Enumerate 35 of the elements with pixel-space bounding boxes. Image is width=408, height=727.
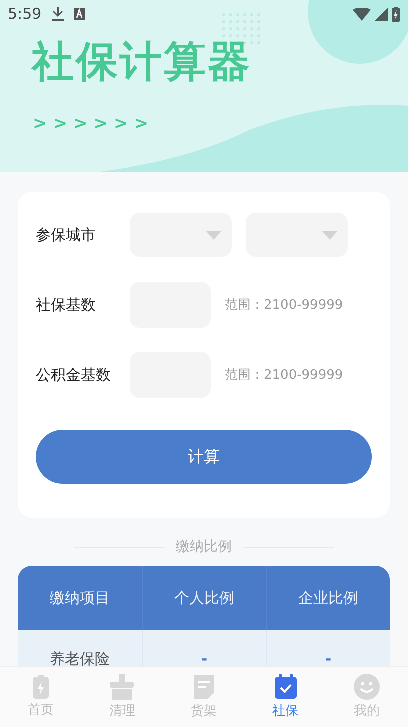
nav-tab[interactable]: 货架: [163, 667, 245, 727]
province-dropdown[interactable]: [130, 213, 232, 257]
signal-icon: [375, 8, 388, 20]
dropdown-caret-icon: [322, 230, 338, 240]
battery-icon: [30, 675, 51, 699]
app-title: 社保计算器: [32, 36, 252, 88]
section-title: 缴纳比例: [176, 538, 232, 556]
column-header: 企业比例: [298, 588, 358, 608]
field-label: 参保城市: [36, 226, 97, 244]
nav-tab[interactable]: 我的: [326, 667, 408, 727]
column-header: 缴纳项目: [50, 588, 110, 608]
nav-tab[interactable]: 首页: [0, 667, 82, 727]
calculate-button[interactable]: 计算: [36, 430, 372, 484]
table-cell: 养老保险: [50, 650, 110, 669]
calendar-icon: [274, 674, 298, 700]
nav-tab[interactable]: 清理: [82, 667, 164, 727]
wifi-icon: [353, 8, 371, 20]
city-dropdown[interactable]: [246, 213, 348, 257]
column-header: 个人比例: [174, 588, 234, 608]
keyboard-notification-icon: [74, 8, 85, 20]
document-icon: [192, 674, 215, 700]
status-time: 5:59: [8, 5, 42, 23]
dropdown-caret-icon: [206, 230, 222, 240]
nav-tab[interactable]: 社保: [244, 667, 326, 727]
range-hint: 范围：2100-99999: [225, 297, 344, 314]
download-icon: [52, 7, 64, 21]
brush-icon: [109, 674, 136, 700]
field-label: 社保基数: [36, 296, 97, 314]
table-cell: -: [201, 650, 208, 668]
smiley-icon: [354, 674, 380, 700]
table-cell: -: [325, 650, 332, 668]
battery-charging-icon: [392, 6, 400, 22]
chevron-row: >>>>>>: [33, 114, 154, 134]
range-hint: 范围：2100-99999: [225, 367, 344, 384]
field-label: 公积金基数: [36, 366, 112, 384]
